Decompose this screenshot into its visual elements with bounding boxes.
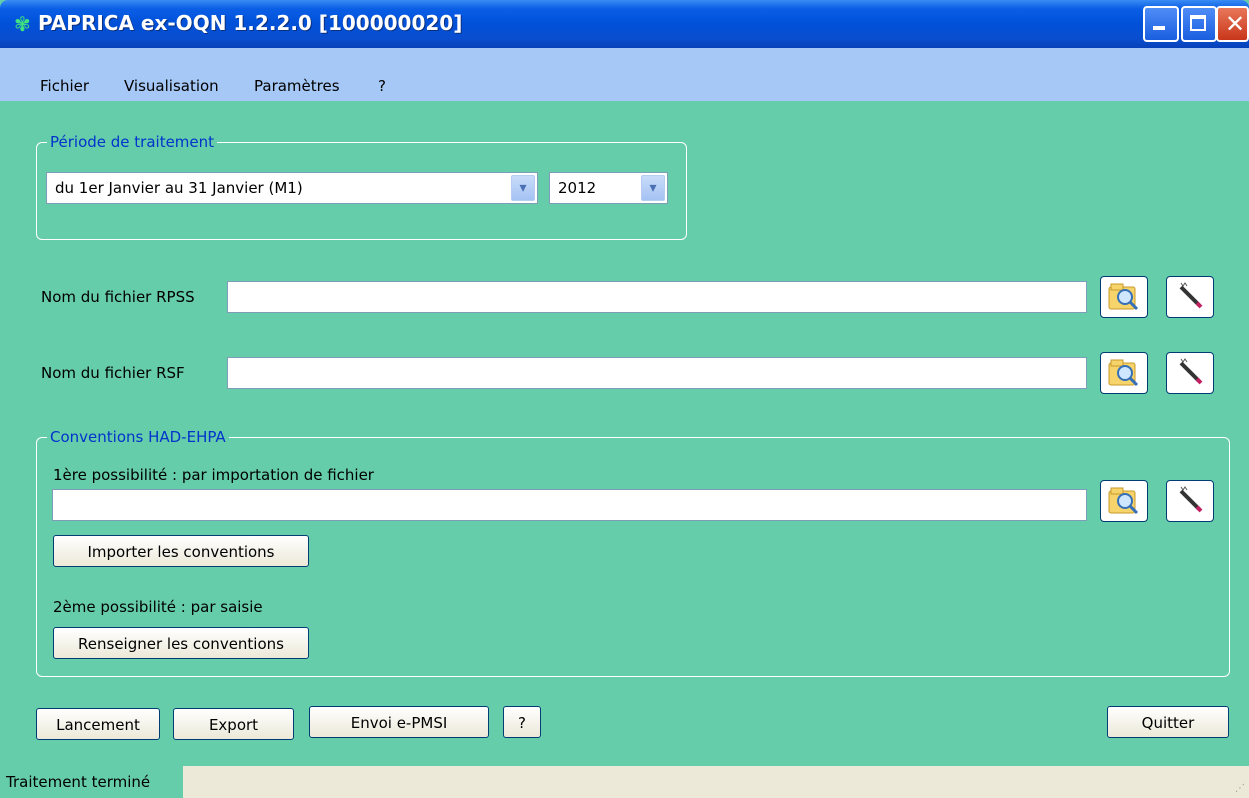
chevron-down-icon[interactable]: ▾	[641, 175, 665, 201]
rpss-browse-button[interactable]	[1100, 276, 1148, 318]
menu-fichier[interactable]: Fichier	[40, 77, 89, 95]
rsf-browse-button[interactable]	[1100, 352, 1148, 394]
close-icon: ✕	[1225, 10, 1246, 38]
rpss-edit-button[interactable]	[1166, 276, 1214, 318]
period-select-value: du 1er Janvier au 31 Janvier (M1)	[55, 179, 303, 197]
import-conventions-button[interactable]: Importer les conventions	[53, 535, 309, 567]
rpss-file-input[interactable]	[227, 281, 1087, 313]
paprica-logo-icon: ✾	[14, 12, 31, 36]
browse-folder-icon	[1108, 359, 1139, 387]
chevron-down-icon[interactable]: ▾	[511, 175, 535, 201]
edit-pen-icon	[1179, 358, 1203, 385]
edit-pen-icon	[1179, 486, 1203, 513]
maximize-button[interactable]	[1181, 6, 1217, 42]
launch-button[interactable]: Lancement	[36, 708, 160, 740]
browse-folder-icon	[1108, 283, 1139, 311]
edit-pen-icon	[1179, 282, 1203, 309]
status-text: Traitement terminé	[6, 773, 151, 791]
conventions-browse-button[interactable]	[1100, 480, 1148, 522]
browse-folder-icon	[1108, 487, 1139, 515]
option2-label: 2ème possibilité : par saisie	[53, 598, 263, 616]
menu-help[interactable]: ?	[378, 77, 386, 95]
help-button[interactable]: ?	[503, 706, 541, 738]
conventions-legend: Conventions HAD-EHPA	[47, 428, 229, 446]
status-bar	[0, 766, 1249, 798]
year-select-value: 2012	[558, 179, 597, 197]
option1-label: 1ère possibilité : par importation de fi…	[53, 466, 374, 484]
export-button[interactable]: Export	[173, 708, 294, 740]
maximize-icon	[1190, 15, 1206, 31]
title-bar[interactable]: ✾ PAPRICA ex-OQN 1.2.2.0 [100000020] ✕	[0, 0, 1249, 48]
rsf-edit-button[interactable]	[1166, 352, 1214, 394]
year-select[interactable]: 2012 ▾	[549, 172, 668, 204]
rsf-label: Nom du fichier RSF	[41, 364, 185, 382]
conventions-file-input[interactable]	[52, 489, 1087, 521]
rsf-file-input[interactable]	[227, 357, 1087, 389]
period-select[interactable]: du 1er Janvier au 31 Janvier (M1) ▾	[46, 172, 538, 204]
window-title: PAPRICA ex-OQN 1.2.2.0 [100000020]	[38, 11, 463, 35]
menu-bar-top	[0, 48, 1249, 70]
minimize-icon	[1153, 26, 1165, 30]
menu-visualisation[interactable]: Visualisation	[124, 77, 219, 95]
menu-parametres[interactable]: Paramètres	[254, 77, 340, 95]
periode-legend: Période de traitement	[47, 133, 218, 151]
rpss-label: Nom du fichier RPSS	[41, 288, 195, 306]
close-button[interactable]: ✕	[1216, 6, 1249, 42]
send-epmsi-button[interactable]: Envoi e-PMSI	[309, 706, 489, 738]
quit-button[interactable]: Quitter	[1107, 706, 1229, 738]
fill-conventions-button[interactable]: Renseigner les conventions	[53, 627, 309, 659]
resize-grip-icon[interactable]: ⋰	[1235, 783, 1245, 794]
main-window: ✾ PAPRICA ex-OQN 1.2.2.0 [100000020] ✕ F…	[0, 0, 1249, 798]
minimize-button[interactable]	[1143, 6, 1179, 42]
conventions-edit-button[interactable]	[1166, 480, 1214, 522]
